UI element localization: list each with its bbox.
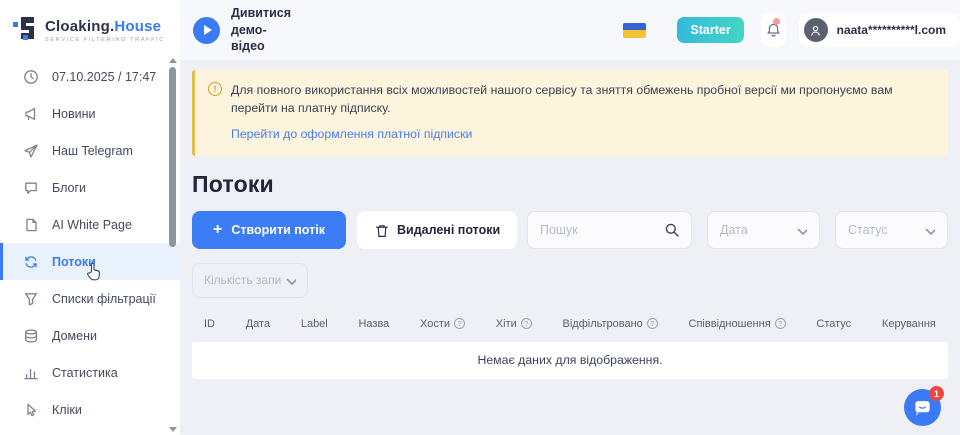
column-header-id: ID [204, 318, 215, 330]
brand-mark-icon [13, 16, 37, 45]
chevron-down-icon [284, 274, 296, 286]
column-header-hits: Хіти? [496, 318, 532, 330]
support-chat-button[interactable]: 1 [904, 389, 941, 426]
sidebar-item-filter-lists[interactable]: Списки фільтрації [0, 280, 180, 317]
date-filter-dropdown[interactable]: Дата [707, 211, 820, 249]
sidebar-item-news[interactable]: Новини [0, 95, 180, 132]
demo-video-label[interactable]: Дивитися демо-відео [231, 5, 298, 56]
chat-bubble-icon [23, 180, 38, 195]
warning-icon: ! [208, 82, 222, 96]
sidebar-nav: 07.10.2025 / 17:47 Новини Наш Telegram Б… [0, 58, 180, 428]
sync-icon [23, 254, 38, 269]
sidebar-item-blogs[interactable]: Блоги [0, 169, 180, 206]
chat-badge: 1 [929, 386, 944, 401]
user-email: naata**********l.com [837, 23, 946, 37]
funnel-icon [23, 291, 38, 306]
main-content: ! Для повного використання всіх можливос… [180, 60, 960, 435]
megaphone-icon [23, 106, 38, 121]
scrollbar-down-arrow[interactable] [169, 427, 177, 432]
subscription-link[interactable]: Перейти до оформлення платної підписки [231, 127, 472, 141]
brand-tagline: SERVICE FILTERING TRAFFIC [45, 37, 165, 43]
ukraine-flag-icon[interactable] [623, 23, 646, 38]
banner-message: Для повного використання всіх можливосте… [231, 81, 931, 118]
user-account-button[interactable]: naata**********l.com [799, 13, 960, 47]
sidebar-item-statistics[interactable]: Статистика [0, 354, 180, 391]
bar-chart-icon [23, 365, 38, 380]
sidebar-scrollbar[interactable] [168, 58, 178, 435]
chevron-down-icon [923, 224, 935, 236]
column-header-status: Статус [816, 318, 851, 330]
plan-badge-button[interactable]: Starter [677, 17, 743, 43]
column-header-filtered: Відфільтровано? [563, 318, 658, 330]
help-icon[interactable]: ? [521, 318, 532, 329]
chat-smile-icon [913, 398, 932, 417]
trial-warning-banner: ! Для повного використання всіх можливос… [192, 70, 948, 156]
trash-icon [374, 223, 388, 237]
cursor-icon [23, 402, 38, 417]
controls-row: + Створити потік Видалені потоки Дата Ст… [192, 211, 948, 249]
logo[interactable]: Cloaking.House SERVICE FILTERING TRAFFIC [0, 0, 180, 60]
page-icon [23, 217, 38, 232]
play-icon [204, 25, 212, 35]
sidebar-item-domains[interactable]: Домени [0, 317, 180, 354]
avatar [804, 18, 828, 42]
create-flow-button[interactable]: + Створити потік [192, 211, 346, 249]
notification-dot [773, 18, 780, 25]
column-header-hosts: Хости? [420, 318, 465, 330]
sidebar-item-flows[interactable]: Потоки [0, 243, 180, 280]
scrollbar-thumb[interactable] [169, 67, 176, 247]
page-title: Потоки [192, 171, 948, 198]
help-icon[interactable]: ? [775, 318, 786, 329]
column-header-name: Назва [358, 318, 389, 330]
sidebar-datetime: 07.10.2025 / 17:47 [0, 58, 180, 95]
demo-video-play-button[interactable] [193, 17, 220, 44]
person-icon [809, 24, 822, 37]
help-icon[interactable]: ? [647, 318, 658, 329]
records-count-dropdown[interactable]: Кількість запи [192, 263, 308, 298]
help-icon[interactable]: ? [454, 318, 465, 329]
clock-icon [23, 69, 38, 84]
search-box [527, 211, 692, 249]
database-icon [23, 328, 38, 343]
deleted-flows-button[interactable]: Видалені потоки [357, 211, 517, 249]
sidebar-item-telegram[interactable]: Наш Telegram [0, 132, 180, 169]
brand-name: Cloaking.House SERVICE FILTERING TRAFFIC [45, 18, 165, 43]
topbar: Дивитися демо-відео Starter naata*******… [180, 0, 960, 60]
scrollbar-up-arrow[interactable] [169, 58, 177, 63]
table-header: ID Дата Label Назва Хости? Хіти? Відфіль… [192, 318, 948, 330]
column-header-ratio: Співвідношення? [689, 318, 786, 330]
search-icon[interactable] [664, 222, 679, 237]
sidebar-item-clicks[interactable]: Кліки [0, 391, 180, 428]
sidebar: Cloaking.House SERVICE FILTERING TRAFFIC… [0, 0, 180, 435]
sidebar-item-ai-white-page[interactable]: AI White Page [0, 206, 180, 243]
column-header-label: Label [301, 318, 328, 330]
column-header-date: Дата [246, 318, 270, 330]
paper-plane-icon [23, 143, 38, 158]
column-header-actions: Керування [882, 318, 936, 330]
chevron-down-icon [795, 224, 807, 236]
plus-icon: + [213, 222, 222, 238]
status-filter-dropdown[interactable]: Статус [835, 211, 948, 249]
notifications-button[interactable] [761, 13, 786, 47]
search-input[interactable] [540, 223, 664, 237]
table-empty-state: Немає даних для відображення. [192, 342, 948, 379]
